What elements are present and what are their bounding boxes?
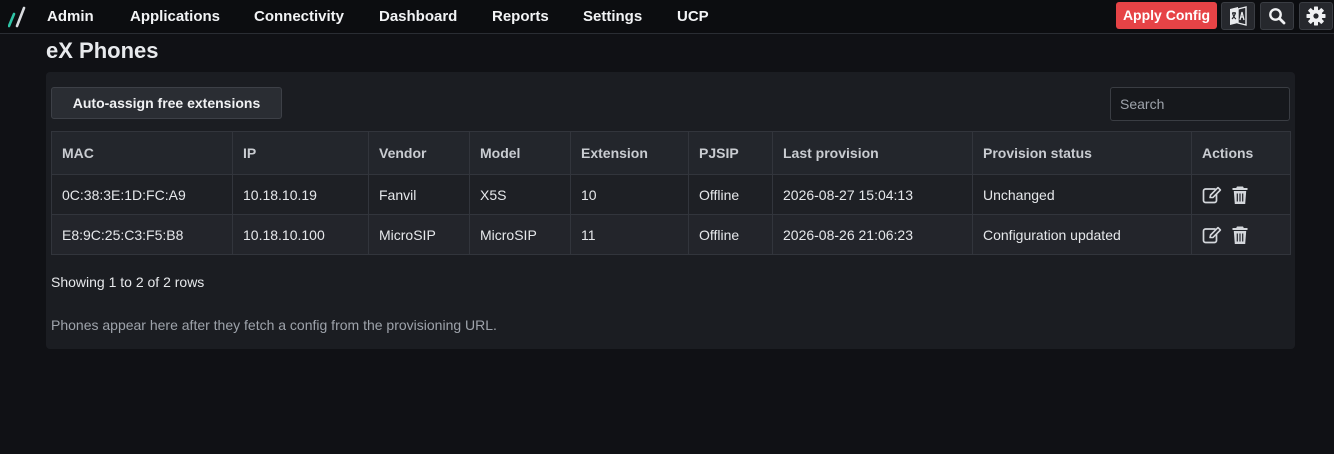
table-row: 0C:38:3E:1D:FC:A9 10.18.10.19 Fanvil X5S… bbox=[51, 174, 1291, 215]
cell-actions bbox=[1191, 214, 1291, 255]
cell-ip: 10.18.10.100 bbox=[232, 214, 369, 255]
search-button[interactable] bbox=[1260, 2, 1294, 30]
language-icon bbox=[1230, 6, 1247, 26]
cell-mac: E8:9C:25:C3:F5:B8 bbox=[51, 214, 233, 255]
settings-button[interactable] bbox=[1299, 2, 1333, 30]
column-header-actions: Actions bbox=[1191, 131, 1291, 175]
cell-model: X5S bbox=[469, 174, 571, 215]
nav-item-admin[interactable]: Admin bbox=[47, 0, 94, 33]
column-header-ip[interactable]: IP bbox=[232, 131, 369, 175]
help-text: Phones appear here after they fetch a co… bbox=[51, 317, 497, 333]
search-icon bbox=[1269, 8, 1286, 25]
cell-ip: 10.18.10.19 bbox=[232, 174, 369, 215]
apply-config-button[interactable]: Apply Config bbox=[1116, 2, 1217, 29]
cell-model: MicroSIP bbox=[469, 214, 571, 255]
app-logo[interactable] bbox=[8, 6, 26, 28]
cell-mac: 0C:38:3E:1D:FC:A9 bbox=[51, 174, 233, 215]
table-header-row: MAC IP Vendor Model Extension PJSIP Last… bbox=[51, 131, 1291, 175]
phones-panel: Auto-assign free extensions MAC IP Vendo… bbox=[46, 72, 1295, 349]
page-title: eX Phones bbox=[46, 38, 159, 63]
trash-icon[interactable] bbox=[1230, 185, 1250, 205]
nav-item-ucp[interactable]: UCP bbox=[677, 0, 709, 33]
nav-item-reports[interactable]: Reports bbox=[492, 0, 549, 33]
cell-extension: 11 bbox=[570, 214, 689, 255]
cell-pjsip: Offline bbox=[688, 214, 773, 255]
nav-item-dashboard[interactable]: Dashboard bbox=[379, 0, 457, 33]
cell-actions bbox=[1191, 174, 1291, 215]
phones-table: MAC IP Vendor Model Extension PJSIP Last… bbox=[51, 131, 1291, 255]
search-input[interactable] bbox=[1110, 87, 1290, 121]
nav-item-applications[interactable]: Applications bbox=[130, 0, 220, 33]
column-header-mac[interactable]: MAC bbox=[51, 131, 233, 175]
cell-last-provision: 2026-08-27 15:04:13 bbox=[772, 174, 973, 215]
cell-pjsip: Offline bbox=[688, 174, 773, 215]
nav-item-connectivity[interactable]: Connectivity bbox=[254, 0, 344, 33]
column-header-extension[interactable]: Extension bbox=[570, 131, 689, 175]
auto-assign-button[interactable]: Auto-assign free extensions bbox=[51, 87, 282, 119]
pagination-info: Showing 1 to 2 of 2 rows bbox=[51, 274, 205, 290]
trash-icon[interactable] bbox=[1230, 225, 1250, 245]
cell-vendor: MicroSIP bbox=[368, 214, 470, 255]
language-button[interactable] bbox=[1221, 2, 1255, 30]
column-header-vendor[interactable]: Vendor bbox=[368, 131, 470, 175]
cell-vendor: Fanvil bbox=[368, 174, 470, 215]
edit-icon[interactable] bbox=[1202, 185, 1222, 205]
table-row: E8:9C:25:C3:F5:B8 10.18.10.100 MicroSIP … bbox=[51, 214, 1291, 255]
edit-icon[interactable] bbox=[1202, 225, 1222, 245]
column-header-pjsip[interactable]: PJSIP bbox=[688, 131, 773, 175]
top-navbar: Admin Applications Connectivity Dashboar… bbox=[0, 0, 1334, 34]
column-header-last-provision[interactable]: Last provision bbox=[772, 131, 973, 175]
nav-item-settings[interactable]: Settings bbox=[583, 0, 642, 33]
cell-extension: 10 bbox=[570, 174, 689, 215]
cell-provision-status: Unchanged bbox=[972, 174, 1192, 215]
cell-last-provision: 2026-08-26 21:06:23 bbox=[772, 214, 973, 255]
column-header-provision-status[interactable]: Provision status bbox=[972, 131, 1192, 175]
column-header-model[interactable]: Model bbox=[469, 131, 571, 175]
cell-provision-status: Configuration updated bbox=[972, 214, 1192, 255]
gear-icon bbox=[1306, 6, 1326, 26]
